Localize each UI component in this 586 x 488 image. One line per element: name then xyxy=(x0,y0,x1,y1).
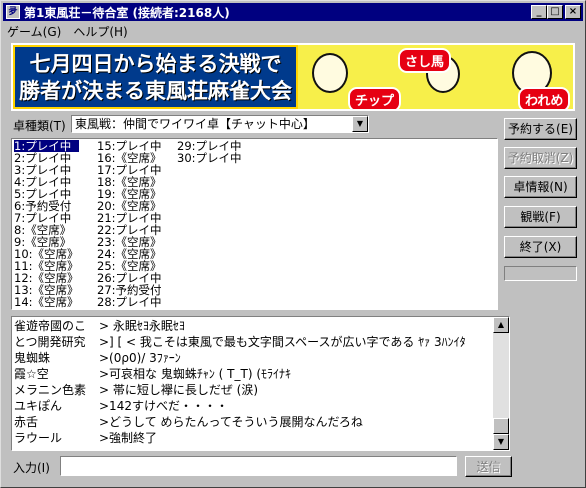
tournament-banner[interactable]: 七月四日から始まる決戦で 勝者が決まる東風荘麻雀大会 さし馬 チップ われめ xyxy=(11,43,575,111)
table-column-3: 29:プレイ中 30:プレイ中 xyxy=(177,140,242,164)
chat-message: > 永眠ｾﾖ永眠ｾﾖ xyxy=(99,319,185,333)
chat-message: >可哀相な 鬼蜘蛛ﾁｬﾝ ( T_T) (ﾓﾗｲﾅｷ xyxy=(99,367,292,381)
banner-tag-sashiuma: さし馬 xyxy=(398,48,452,73)
chat-scrollbar[interactable]: ▲ ▼ xyxy=(493,317,509,450)
app-icon: 夛 xyxy=(6,5,20,19)
minimize-button[interactable]: _ xyxy=(531,5,547,19)
close-button[interactable]: × xyxy=(565,5,581,19)
chat-message: >強制終了 xyxy=(99,431,158,445)
chat-user: とつ開発研究 xyxy=(14,335,86,349)
menu-bar: ゲーム(G) ヘルプ(H) xyxy=(3,22,583,40)
cancel-reserve-button[interactable]: 予約取消(Z) xyxy=(504,147,577,169)
banner-line2: 勝者が決まる東風荘麻雀大会 xyxy=(19,78,292,103)
chat-message: >(0ρ0)/ 3ﾌｧｰﾝ xyxy=(99,351,181,365)
chat-input[interactable] xyxy=(60,456,457,476)
table-column-2: 15:プレイ中 16:《空席》 17:プレイ中 18:《空席》 19:《空席》 … xyxy=(97,140,162,308)
watch-button[interactable]: 観戦(F) xyxy=(504,206,577,228)
exit-button[interactable]: 終了(X) xyxy=(504,236,577,258)
chat-message: >どうして めらたんってそういう展開なんだろね xyxy=(99,415,363,429)
banner-illustration: さし馬 チップ われめ xyxy=(298,45,573,109)
chat-message: >142すけべだ・・・・ xyxy=(99,399,228,413)
chat-user: ユキぽん xyxy=(14,399,63,413)
send-button[interactable]: 送信 xyxy=(465,456,512,477)
maximize-button[interactable]: □ xyxy=(547,5,563,19)
table-info-button[interactable]: 卓情報(N) xyxy=(504,176,577,198)
scroll-thumb[interactable] xyxy=(493,418,509,434)
table-type-value: 東風戦：仲間でワイワイ卓【チャット中心】 xyxy=(75,117,315,131)
banner-tag-chip: チップ xyxy=(348,87,402,109)
main-window: 夛 第1東風荘－待合室 (接続者:2168人) _ □ × ゲーム(G) ヘルプ… xyxy=(0,0,586,488)
chat-user: 霞☆空 xyxy=(14,367,49,381)
banner-text-panel: 七月四日から始まる決戦で 勝者が決まる東風荘麻雀大会 xyxy=(13,45,298,109)
scroll-up-icon[interactable]: ▲ xyxy=(493,317,509,333)
table-row[interactable]: 30:プレイ中 xyxy=(177,152,242,164)
table-row[interactable]: 28:プレイ中 xyxy=(97,296,162,308)
chat-user: ラウール xyxy=(14,431,63,445)
reserve-button[interactable]: 予約する(E) xyxy=(504,118,577,140)
chat-message: >] [ < 我こそは東風で最も文字間スペースが広い字である ﾔｧ 3ﾊﾝｲﾀ xyxy=(99,335,466,349)
chat-message: > 帯に短し襷に長しだぜ (涙) xyxy=(99,383,259,397)
chat-user: 雀遊帝國のこ xyxy=(14,319,87,333)
table-type-select[interactable]: 東風戦：仲間でワイワイ卓【チャット中心】 ▼ xyxy=(71,115,369,133)
banner-tag-wareme: われめ xyxy=(518,87,571,109)
menu-game[interactable]: ゲーム(G) xyxy=(7,23,61,40)
table-type-label: 卓種類(T) xyxy=(13,119,66,133)
chevron-down-icon[interactable]: ▼ xyxy=(352,116,368,132)
chat-user: メラニン色素 xyxy=(14,383,87,397)
chat-log[interactable]: 雀遊帝國のこ > 永眠ｾﾖ永眠ｾﾖ とつ開発研究 >] [ < 我こそは東風で最… xyxy=(11,316,510,451)
input-label: 入力(I) xyxy=(13,461,50,475)
table-list[interactable]: 1:プレイ中 2:プレイ中 3:プレイ中 4:プレイ中 5:プレイ中 6:予約受… xyxy=(11,138,498,310)
scroll-down-icon[interactable]: ▼ xyxy=(493,434,509,450)
chat-user: 赤舌 xyxy=(14,415,39,429)
menu-help[interactable]: ヘルプ(H) xyxy=(73,23,127,40)
table-row[interactable]: 14:《空席》 xyxy=(14,296,79,308)
chat-user: 鬼蜘蛛 xyxy=(14,351,51,365)
status-indicator xyxy=(504,266,577,281)
title-bar[interactable]: 夛 第1東風荘－待合室 (接続者:2168人) _ □ × xyxy=(3,3,583,21)
table-column-1: 1:プレイ中 2:プレイ中 3:プレイ中 4:プレイ中 5:プレイ中 6:予約受… xyxy=(14,140,79,308)
banner-line1: 七月四日から始まる決戦で xyxy=(29,51,282,76)
window-title: 第1東風荘－待合室 (接続者:2168人) xyxy=(24,5,230,20)
character-illustration xyxy=(312,53,348,93)
